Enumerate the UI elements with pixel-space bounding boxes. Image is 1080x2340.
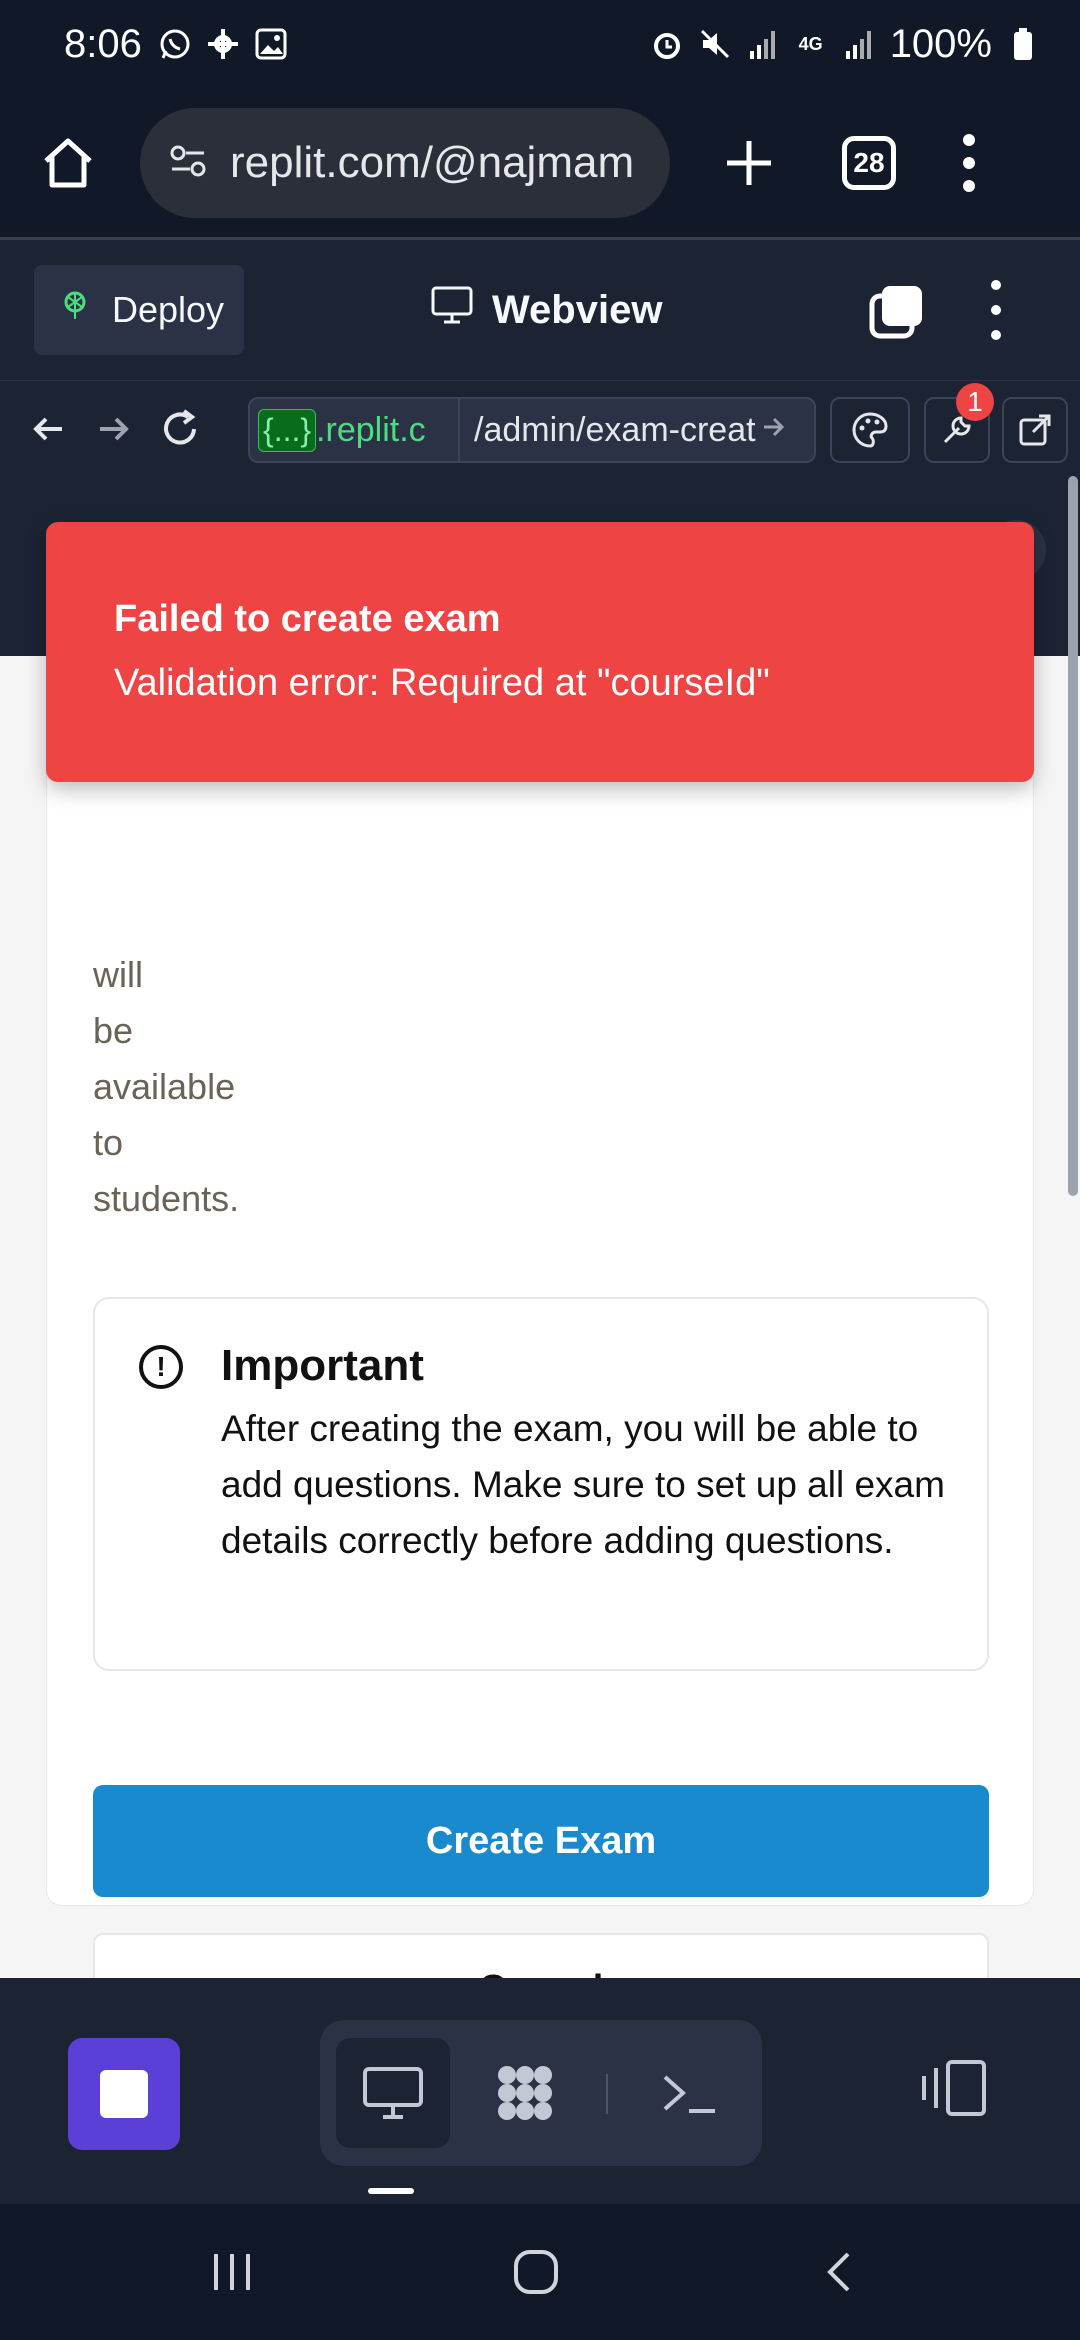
site-settings-icon[interactable] xyxy=(166,139,210,188)
deploy-icon xyxy=(58,289,92,332)
reload-icon[interactable] xyxy=(152,401,208,457)
monitor-icon xyxy=(430,285,474,335)
status-right-icons: 4G 100% xyxy=(650,22,1040,67)
alarm-icon xyxy=(650,27,684,61)
toast-title: Failed to create exam xyxy=(114,598,501,640)
webview-view-tab[interactable] xyxy=(336,2038,450,2148)
open-external-button[interactable] xyxy=(1002,397,1068,463)
monitor-icon xyxy=(363,2067,423,2119)
home-icon[interactable] xyxy=(504,2240,568,2304)
browser-url-text: replit.com/@najmam xyxy=(230,138,635,187)
external-link-icon xyxy=(1019,414,1051,446)
forward-arrow-icon[interactable] xyxy=(86,401,142,457)
error-toast[interactable]: Failed to create exam Validation error: … xyxy=(46,522,1034,782)
important-title: Important xyxy=(221,1341,424,1390)
replit-header: Deploy Webview xyxy=(0,240,1080,380)
browser-home-button[interactable] xyxy=(30,125,106,201)
webview-path: /admin/exam-creat xyxy=(458,399,788,461)
domain-suffix: .replit.c xyxy=(316,410,426,449)
stop-button[interactable] xyxy=(68,2038,180,2150)
mute-icon xyxy=(698,27,732,61)
create-exam-button[interactable]: Create Exam xyxy=(93,1785,989,1897)
network-type-icon: 4G xyxy=(798,33,823,54)
replit-bottom-toolbar xyxy=(0,1978,1080,2204)
agent-icon xyxy=(498,2066,552,2120)
back-icon[interactable] xyxy=(808,2240,872,2304)
webview-title-text: Webview xyxy=(492,287,663,332)
domain-braces: {...} xyxy=(258,408,317,452)
webview-address-bar[interactable]: {...} .replit.c /admin/exam-creat xyxy=(248,397,816,463)
new-tab-button[interactable] xyxy=(714,128,784,198)
important-body: After creating the exam, you will be abl… xyxy=(221,1408,945,1561)
fragment-word: to xyxy=(93,1122,124,1163)
signal-2-icon xyxy=(842,27,876,61)
drawer-handle[interactable] xyxy=(368,2188,414,2194)
gallery-icon xyxy=(254,27,288,61)
stop-icon xyxy=(100,2070,148,2118)
browser-url-bar[interactable]: replit.com/@najmam xyxy=(140,108,670,218)
battery-icon xyxy=(1006,27,1040,61)
exam-form-card: will be available to students. ! Importa… xyxy=(46,656,1034,1978)
webview-nav-bar: {...} .replit.c /admin/exam-creat 1 xyxy=(0,380,1080,476)
battery-percent: 100% xyxy=(889,21,992,66)
android-navigation-bar xyxy=(0,2204,1080,2340)
browser-menu-button[interactable] xyxy=(954,128,984,198)
palette-button[interactable] xyxy=(830,397,910,463)
fragment-word: will xyxy=(93,954,143,995)
webview-menu-button[interactable] xyxy=(984,280,1008,340)
new-window-button[interactable] xyxy=(868,284,924,340)
devtools-badge: 1 xyxy=(956,383,994,421)
segment-divider xyxy=(606,2074,608,2114)
important-notice: ! Important After creating the exam, you… xyxy=(93,1297,989,1671)
panels-icon xyxy=(922,2060,986,2116)
agent-view-tab[interactable] xyxy=(468,2038,582,2148)
toast-message: Validation error: Required at "courseId" xyxy=(114,662,770,704)
status-time: 8:06 xyxy=(64,21,142,66)
signal-icon xyxy=(746,27,780,61)
webview-path-text: /admin/exam-creat xyxy=(474,410,756,449)
browser-toolbar: replit.com/@najmam 28 xyxy=(0,88,1080,238)
status-notification-icons xyxy=(158,27,288,61)
fragment-word: students. xyxy=(93,1178,240,1219)
alert-circle-icon: ! xyxy=(139,1345,183,1389)
webview-domain: {...} .replit.c xyxy=(258,403,448,457)
settings-gear-icon xyxy=(206,27,240,61)
panels-button[interactable] xyxy=(914,2048,994,2128)
tab-switcher-button[interactable]: 28 xyxy=(842,136,896,190)
shell-view-tab[interactable] xyxy=(632,2038,746,2148)
description-fragment: will be available to students. xyxy=(93,947,239,1227)
recents-icon[interactable] xyxy=(200,2240,264,2304)
deploy-label: Deploy xyxy=(112,289,225,330)
fragment-word: be xyxy=(93,1010,134,1051)
fragment-word: available xyxy=(93,1066,236,1107)
palette-icon xyxy=(852,412,888,448)
terminal-icon xyxy=(663,2075,715,2113)
status-bar: 8:06 4G 100% xyxy=(0,0,1080,88)
cancel-button[interactable]: Cancel xyxy=(93,1933,989,1978)
devtools-button[interactable]: 1 xyxy=(924,383,994,463)
go-arrow-icon[interactable] xyxy=(760,411,788,450)
page-scrollbar[interactable] xyxy=(1068,476,1078,1196)
webview-tab-title: Webview xyxy=(430,240,662,380)
whatsapp-icon xyxy=(158,27,192,61)
back-arrow-icon[interactable] xyxy=(20,401,76,457)
view-switcher xyxy=(320,2020,762,2166)
deploy-button[interactable]: Deploy xyxy=(34,265,244,355)
